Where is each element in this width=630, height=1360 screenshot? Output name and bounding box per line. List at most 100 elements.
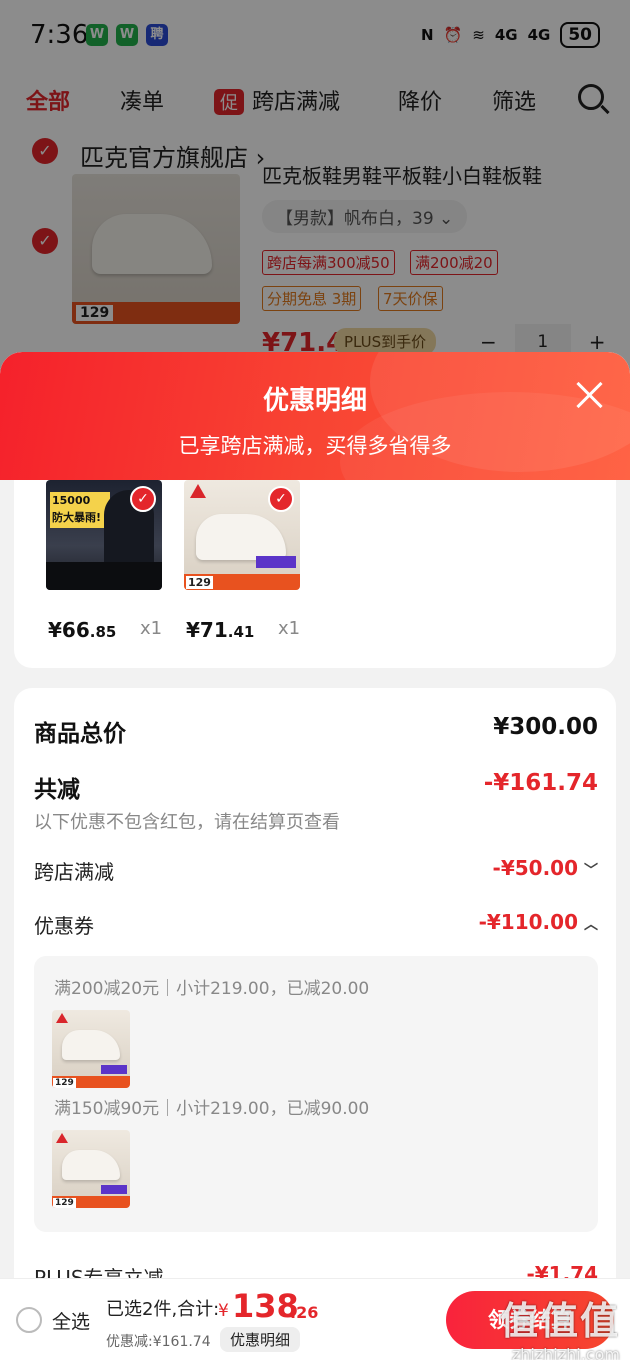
store-check-icon[interactable]: ✓ xyxy=(32,138,58,164)
wechat-icon: W xyxy=(116,24,138,46)
battery-icon: 50 xyxy=(560,22,600,48)
brand-logo-icon xyxy=(190,484,206,498)
shoe-graphic xyxy=(62,1030,120,1060)
promo-badge: 促 xyxy=(214,89,244,115)
wechat-icon: W xyxy=(86,24,108,46)
shoe-image: 129 ✓ xyxy=(184,480,300,590)
coupon-value: -¥110.00 ︿ xyxy=(478,910,598,934)
select-all-checkbox[interactable] xyxy=(16,1307,42,1333)
tab-price-drop[interactable]: 降价 xyxy=(398,84,442,116)
selected-summary: 已选2件,合计: xyxy=(106,1299,220,1320)
list-item[interactable]: 129 ✓ ¥71.41 x1 xyxy=(184,480,302,642)
brand-logo-icon xyxy=(56,1013,68,1023)
image-price-tag: 129 xyxy=(186,576,213,589)
total-label: 商品总价 xyxy=(34,721,126,747)
watermark-logo: 值值值 xyxy=(499,1299,620,1343)
total-currency: ¥ xyxy=(218,1301,229,1321)
item-quantity: x1 xyxy=(140,618,163,639)
discount-label: 共减 xyxy=(34,777,80,803)
saved-amount: 优惠减:¥161.74 xyxy=(106,1334,211,1350)
tab-all[interactable]: 全部 xyxy=(26,84,70,116)
note-row: 以下优惠不包含红包，请在结算页查看 xyxy=(34,808,598,834)
chevron-up-icon: ︿ xyxy=(584,917,598,933)
tab-cross-store-label: 跨店满减 xyxy=(252,90,341,115)
item-check-icon[interactable]: ✓ xyxy=(32,228,58,254)
tab-bundle[interactable]: 凑单 xyxy=(120,84,164,116)
item-price: ¥71.41 xyxy=(186,618,255,642)
promo-strip xyxy=(101,1065,127,1074)
cross-store-value: -¥50.00 ﹀ xyxy=(492,856,598,880)
check-icon[interactable]: ✓ xyxy=(130,486,156,512)
check-icon[interactable]: ✓ xyxy=(268,486,294,512)
image-price-tag: 129 xyxy=(76,305,114,321)
clock: 7:36 xyxy=(30,20,89,50)
tab-filter[interactable]: 筛选 xyxy=(492,84,536,116)
product-image[interactable]: 129 xyxy=(72,174,240,324)
nfc-icon: N xyxy=(421,26,434,44)
product-spec[interactable]: 【男款】帆布白，39 ⌄ xyxy=(262,200,468,233)
raincoat-image: 15000 防大暴雨! ✓ xyxy=(46,480,162,590)
cross-store-row[interactable]: 跨店满减 -¥50.00 ﹀ xyxy=(34,856,598,886)
cart-tabs: 全部 凑单 促跨店满减 降价 筛选 xyxy=(0,72,630,130)
minus-button[interactable]: − xyxy=(480,330,497,354)
total-decimal: .26 xyxy=(290,1303,319,1322)
promo-tag: 分期免息 3期 xyxy=(262,286,362,311)
motorcycle-graphic xyxy=(46,562,162,590)
image-price-tag: 129 xyxy=(53,1198,76,1208)
discount-note: 以下优惠不包含红包，请在结算页查看 xyxy=(34,812,340,833)
cross-store-label: 跨店满减 xyxy=(34,860,114,884)
shoe-graphic xyxy=(196,514,286,560)
product-title[interactable]: 匹克板鞋男鞋平板鞋小白鞋板鞋 xyxy=(262,160,602,189)
coupon-line: 满150减90元｜小计219.00，已减90.00 xyxy=(54,1099,370,1119)
shoe-graphic xyxy=(92,214,212,274)
chevron-down-icon: ﹀ xyxy=(584,863,598,879)
selected-items-card: 15000 防大暴雨! ✓ ¥66.85 x1 129 ✓ ¥71.41 x1 xyxy=(14,480,616,668)
alarm-icon: ⏰ xyxy=(443,26,463,44)
search-icon[interactable] xyxy=(578,84,604,110)
tab-cross-store[interactable]: 促跨店满减 xyxy=(214,84,340,116)
discount-row: 共减 -¥161.74 xyxy=(34,770,598,803)
sheet-subtitle: 已享跨店满减，买得多省得多 xyxy=(178,434,452,458)
shoe-graphic xyxy=(62,1150,120,1180)
promo-tag: 7天价保 xyxy=(378,286,443,311)
select-all-label[interactable]: 全选 xyxy=(52,1307,90,1334)
price-summary-card: 商品总价 ¥300.00 共减 -¥161.74 以下优惠不包含红包，请在结算页… xyxy=(14,688,616,1360)
total-value: ¥300.00 xyxy=(493,714,598,740)
promo-tag: 满200减20 xyxy=(410,250,498,275)
plus-price-badge: PLUS到手价 xyxy=(334,328,437,355)
list-item[interactable]: 15000 防大暴雨! ✓ ¥66.85 x1 xyxy=(46,480,164,642)
brand-logo-icon xyxy=(56,1133,68,1143)
item-quantity: x1 xyxy=(278,618,301,639)
status-indicators: N ⏰ ≋ 4G 4G 50 xyxy=(421,22,600,48)
wifi-icon: ≋ xyxy=(472,26,485,44)
watermark: 值值值 zhizhizhi.com xyxy=(500,1290,620,1360)
signal-icon: 4G xyxy=(527,26,551,44)
coupon-product-thumb[interactable]: 129 xyxy=(52,1010,130,1088)
image-promo-text: 15000 防大暴雨! xyxy=(50,492,110,528)
image-price-tag: 129 xyxy=(53,1078,76,1088)
total-row: 商品总价 ¥300.00 xyxy=(34,714,598,747)
item-price: ¥66.85 xyxy=(48,618,117,642)
coupon-line: 满200减20元｜小计219.00，已减20.00 xyxy=(54,979,370,999)
store-name[interactable]: 匹克官方旗舰店 › xyxy=(80,138,265,173)
coupon-detail-box: 满200减20元｜小计219.00，已减20.00 129 满150减90元｜小… xyxy=(34,956,598,1232)
cart-store-card: ✓ 匹克官方旗舰店 › ✓ 129 匹克板鞋男鞋平板鞋小白鞋板鞋 【男款】帆布白… xyxy=(0,130,630,380)
promo-strip xyxy=(256,556,296,568)
discount-value: -¥161.74 xyxy=(483,770,598,796)
plus-button[interactable]: + xyxy=(589,330,606,354)
total-amount: 138 xyxy=(232,1287,299,1325)
close-icon[interactable] xyxy=(574,380,604,410)
coupon-row[interactable]: 优惠券 -¥110.00 ︿ xyxy=(34,910,598,940)
coupon-product-thumb[interactable]: 129 xyxy=(52,1130,130,1208)
status-bar: 7:36 W W 聘 N ⏰ ≋ 4G 4G 50 xyxy=(0,0,630,72)
promo-strip xyxy=(101,1185,127,1194)
signal-icon: 4G xyxy=(494,26,518,44)
discount-detail-button[interactable]: 优惠明细 xyxy=(220,1327,301,1352)
bank-icon: 聘 xyxy=(146,24,168,46)
sheet-header: 优惠明细 已享跨店满减，买得多省得多 xyxy=(0,352,630,480)
coupon-label: 优惠券 xyxy=(34,914,94,938)
watermark-url: zhizhizhi.com xyxy=(511,1345,620,1360)
sheet-title: 优惠明细 xyxy=(262,386,367,416)
promo-tag: 跨店每满300减50 xyxy=(262,250,395,275)
discount-detail-sheet: 优惠明细 已享跨店满减，买得多省得多 15000 防大暴雨! ✓ ¥66.85 x… xyxy=(0,352,630,1360)
